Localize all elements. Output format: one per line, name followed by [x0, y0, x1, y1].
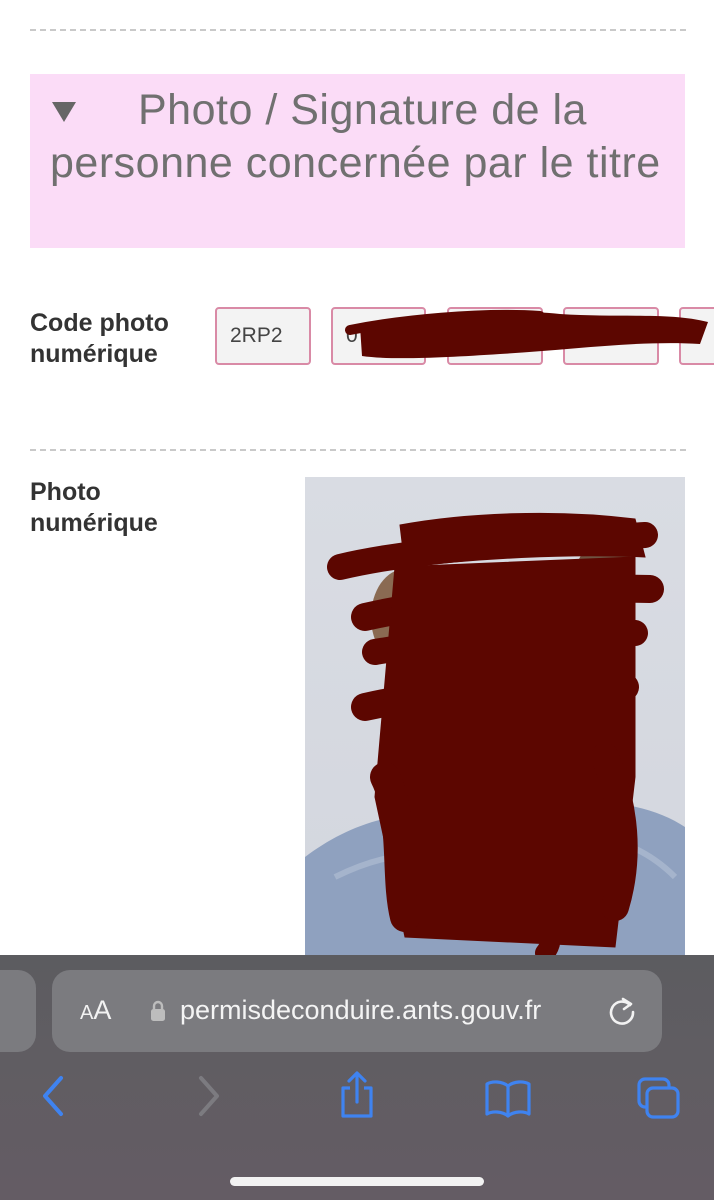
page: Photo / Signature de la personne concern… — [0, 0, 714, 1200]
tabs-icon[interactable] — [636, 1076, 682, 1120]
middle-divider — [30, 449, 686, 451]
photo-label: Photo numérique — [30, 478, 158, 537]
code-photo-label: Code photo numérique — [30, 309, 169, 368]
chevron-left-icon[interactable] — [40, 1074, 66, 1118]
previous-tab-preview[interactable] — [0, 970, 36, 1052]
lock-icon — [151, 1000, 165, 1021]
text-size-large-a: A — [93, 995, 112, 1025]
top-divider — [30, 29, 686, 31]
url-text: permisdeconduire.ants.gouv.fr — [180, 995, 542, 1025]
code-segment-1-text: 2RP2 — [230, 324, 283, 347]
code-redaction-scribble — [345, 309, 708, 359]
triangle-down-icon[interactable] — [52, 102, 76, 122]
home-indicator[interactable] — [230, 1177, 484, 1186]
reload-icon[interactable] — [606, 995, 638, 1027]
chevron-right-icon[interactable] — [196, 1074, 222, 1118]
text-size-button[interactable]: AA — [80, 994, 111, 1029]
address-bar[interactable]: AA permisdeconduire.ants.gouv.fr — [52, 970, 662, 1052]
code-segment-1: 2RP2 — [215, 307, 311, 365]
section-title: Photo / Signature de la personne concern… — [50, 86, 661, 187]
book-icon[interactable] — [484, 1078, 532, 1118]
share-icon[interactable] — [338, 1070, 376, 1120]
text-size-small-a: A — [80, 1002, 94, 1024]
digital-photo — [305, 477, 685, 955]
section-header-photo-signature[interactable]: Photo / Signature de la personne concern… — [30, 74, 685, 248]
